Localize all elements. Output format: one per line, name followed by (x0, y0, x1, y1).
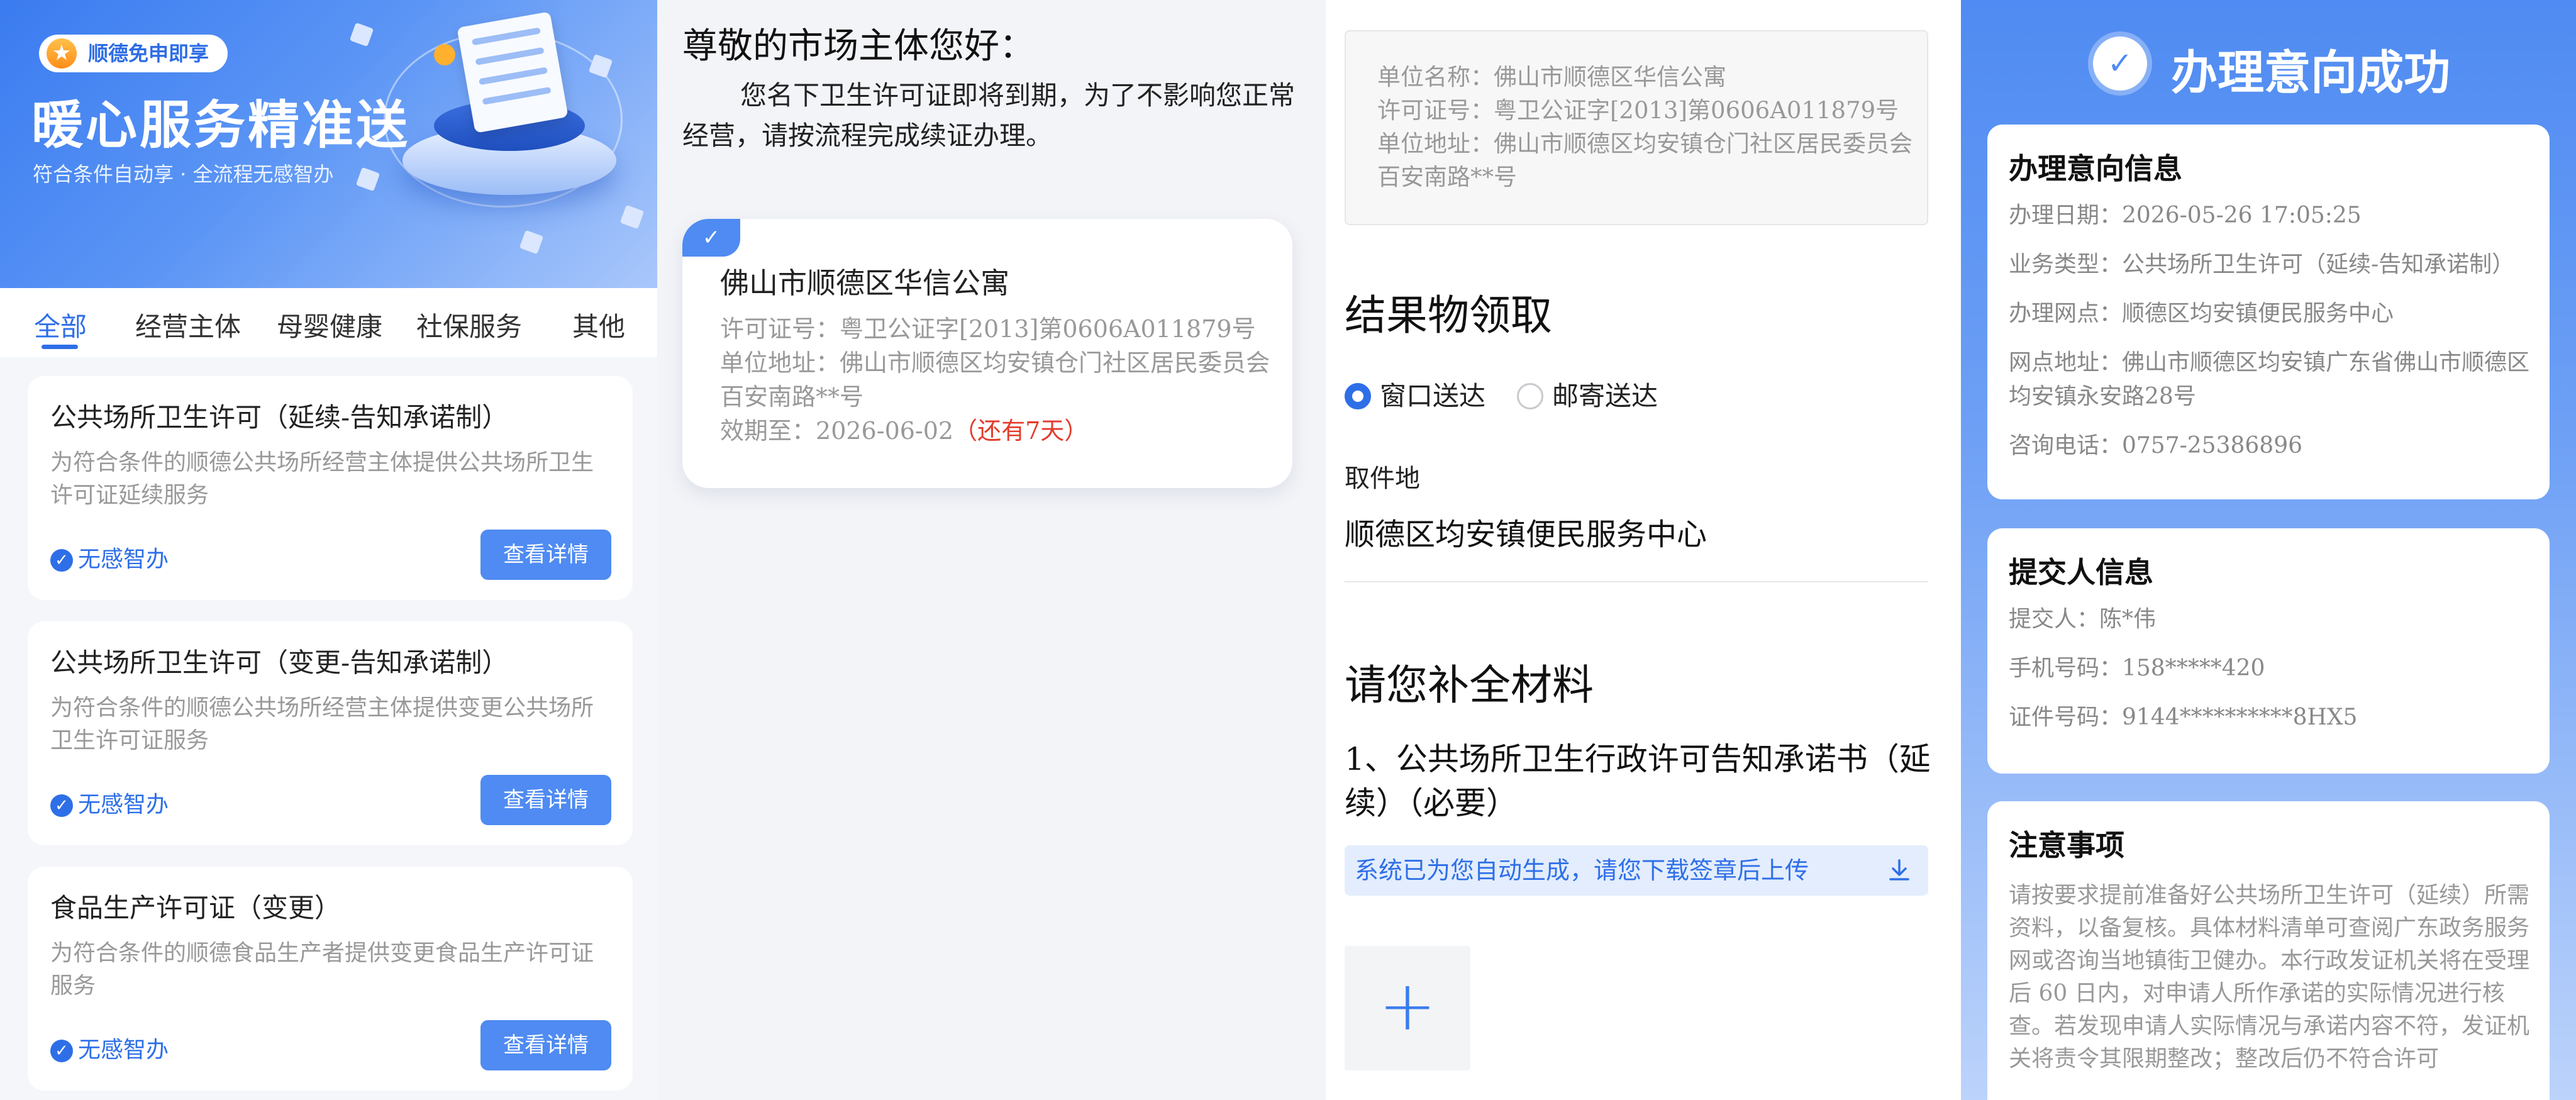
license-value: 粤卫公证字[2013]第0606A011879号 (840, 315, 1256, 343)
tab-social-security[interactable]: 社保服务 (416, 306, 522, 344)
submitter-id: 证件号码：9144**********8HX5 (2009, 704, 2358, 730)
smart-tag-label: 无感智办 (78, 792, 169, 818)
view-details-button[interactable]: 查看详情 (480, 775, 611, 825)
active-tab-indicator (42, 345, 78, 349)
view-details-button[interactable]: 查看详情 (480, 1020, 611, 1070)
submitter-name: 提交人：陈*伟 (2009, 606, 2157, 632)
service-title: 食品生产许可证（变更） (50, 892, 341, 923)
smart-tag: ✓ 无感智办 (50, 786, 169, 819)
success-check-icon: ✓ (2093, 36, 2147, 91)
service-card[interactable]: 食品生产许可证（变更） 为符合条件的顺德食品生产者提供变更食品生产许可证服务 ✓… (28, 867, 633, 1091)
success-title: 办理意向成功 (2171, 46, 2450, 100)
plus-icon: + (1378, 965, 1437, 1046)
upload-button[interactable]: + (1345, 946, 1470, 1070)
service-card[interactable]: 公共场所卫生许可（变更-告知承诺制） 为符合条件的顺德公共场所经营主体提供变更公… (28, 621, 633, 845)
radio-mail-delivery[interactable]: 邮寄送达 (1517, 375, 1658, 413)
info-address: 单位地址：佛山市顺德区均安镇仓门社区居民委员会百安南路**号 (1377, 130, 1913, 191)
intent-site-address: 网点地址：佛山市顺德区均安镇广东省佛山市顺德区均安镇永安路28号 (2009, 350, 2530, 409)
service-desc: 为符合条件的顺德公共场所经营主体提供公共场所卫生许可证延续服务 (50, 450, 594, 508)
intent-info-title: 办理意向信息 (2009, 152, 2182, 186)
promo-banner[interactable]: ★ 顺德免申即享 暖心服务精准送 符合条件自动享 · 全流程无感智办 (0, 0, 657, 288)
cube-decor (349, 22, 374, 47)
submitter-info-title: 提交人信息 (2009, 555, 2153, 589)
category-tabs: 全部 经营主体 母婴健康 社保服务 其他 (0, 288, 657, 357)
intent-site: 办理网点：顺德区均安镇便民服务中心 (2009, 301, 2394, 326)
star-icon: ★ (47, 38, 77, 69)
entity-address: 单位地址：佛山市顺德区均安镇仓门社区居民委员会百安南路**号 (720, 346, 1274, 414)
check-icon: ✓ (50, 794, 73, 817)
info-name: 单位名称：佛山市顺德区华信公寓 (1377, 64, 1726, 91)
service-card[interactable]: 公共场所卫生许可（延续-告知承诺制） 为符合条件的顺德公共场所经营主体提供公共场… (28, 376, 633, 600)
address-label: 单位地址： (720, 349, 840, 377)
intent-phone: 咨询电话：0757-25386896 (2009, 433, 2303, 458)
expiry-date: 2026-06-02 (816, 417, 954, 445)
radio-label: 邮寄送达 (1552, 381, 1658, 411)
materials-section-title: 请您补全材料 (1345, 661, 1594, 709)
info-license: 许可证号：粤卫公证字[2013]第0606A011879号 (1377, 97, 1899, 124)
entity-name: 佛山市顺德区华信公寓 (720, 266, 1009, 300)
selected-check-icon: ✓ (682, 219, 740, 257)
auto-tip-text: 系统已为您自动生成，请您下载签章后上传 (1355, 857, 1809, 884)
intent-type: 业务类型：公共场所卫生许可（延续-告知承诺制） (2009, 252, 2515, 277)
service-desc: 为符合条件的顺德食品生产者提供变更食品生产许可证服务 (50, 940, 594, 999)
expiry-label: 效期至： (720, 417, 816, 445)
renewal-notice: 您名下卫生许可证即将到期，为了不影响您正常经营，请按流程完成续证办理。 (682, 80, 1296, 151)
coin-decor (434, 44, 455, 65)
entity-expiry: 效期至：2026-06-02（还有7天） (720, 414, 1274, 448)
banner-badge-label: 顺德免申即享 (88, 42, 209, 65)
tab-business[interactable]: 经营主体 (135, 306, 241, 344)
material-item-title: 1、公共场所卫生行政许可告知承诺书（延续）（必要） (1345, 741, 1931, 821)
days-remaining: （还有7天） (953, 417, 1089, 445)
download-icon[interactable] (1887, 858, 1912, 883)
check-icon: ✓ (50, 1040, 73, 1062)
pickup-label: 取件地 (1345, 464, 1420, 493)
smart-tag: ✓ 无感智办 (50, 541, 169, 574)
service-title: 公共场所卫生许可（延续-告知承诺制） (50, 402, 509, 433)
check-icon: ✓ (50, 549, 73, 572)
auto-generated-tip[interactable]: 系统已为您自动生成，请您下载签章后上传 (1345, 845, 1928, 896)
banner-subtitle: 符合条件自动享 · 全流程无感智办 (33, 162, 334, 186)
service-list-screen: ★ 顺德免申即享 暖心服务精准送 符合条件自动享 · 全流程无感智办 全部 经营… (0, 0, 657, 1100)
entity-card[interactable]: ✓ 佛山市顺德区华信公寓 许可证号：粤卫公证字[2013]第0606A01187… (682, 219, 1292, 488)
license-label: 许可证号： (720, 315, 840, 343)
pickup-location: 顺德区均安镇便民服务中心 (1345, 517, 1707, 552)
intent-date: 办理日期：2026-05-26 17:05:25 (2009, 203, 2362, 228)
cube-decor (519, 230, 544, 255)
smart-tag-label: 无感智办 (78, 547, 169, 572)
view-details-button[interactable]: 查看详情 (480, 530, 611, 580)
divider (1345, 581, 1928, 582)
renewal-form-screen: 单位名称：佛山市顺德区华信公寓 许可证号：粤卫公证字[2013]第0606A01… (1326, 0, 1961, 1100)
tab-all[interactable]: 全部 (34, 306, 87, 344)
banner-badge: ★ 顺德免申即享 (39, 35, 228, 72)
notes-title: 注意事项 (2009, 828, 2124, 862)
greeting: 尊敬的市场主体您好： (682, 26, 1035, 67)
radio-window-delivery[interactable]: 窗口送达 (1345, 375, 1485, 413)
service-desc: 为符合条件的顺德公共场所经营主体提供变更公共场所卫生许可证服务 (50, 695, 594, 753)
intent-info-card: 办理意向信息 办理日期：2026-05-26 17:05:25 业务类型：公共场… (1987, 125, 2550, 499)
notes-card: 注意事项 请按要求提前准备好公共场所卫生许可（延续）所需资料，以备复核。具体材料… (1987, 801, 2550, 1100)
success-screen: ✓ 办理意向成功 办理意向信息 办理日期：2026-05-26 17:05:25… (1961, 0, 2576, 1100)
radio-unselected-icon (1517, 383, 1543, 409)
tab-other[interactable]: 其他 (572, 306, 625, 344)
service-title: 公共场所卫生许可（变更-告知承诺制） (50, 647, 509, 678)
submitter-info-card: 提交人信息 提交人：陈*伟 手机号码：158*****420 证件号码：9144… (1987, 528, 2550, 774)
smart-tag: ✓ 无感智办 (50, 1031, 169, 1064)
radio-label: 窗口送达 (1380, 381, 1486, 411)
cube-decor (355, 167, 380, 192)
entity-info-box: 单位名称：佛山市顺德区华信公寓 许可证号：粤卫公证字[2013]第0606A01… (1345, 30, 1928, 225)
tab-maternal-health[interactable]: 母婴健康 (277, 306, 382, 344)
renewal-notice-screen: 尊敬的市场主体您好： 您名下卫生许可证即将到期，为了不影响您正常经营，请按流程完… (657, 0, 1326, 1100)
submitter-phone: 手机号码：158*****420 (2009, 655, 2265, 681)
banner-title: 暖心服务精准送 (31, 95, 411, 155)
document-illustration (457, 11, 569, 133)
result-section-title: 结果物领取 (1345, 291, 1552, 340)
notes-text: 请按要求提前准备好公共场所卫生许可（延续）所需资料，以备复核。具体材料清单可查阅… (2009, 882, 2530, 1072)
smart-tag-label: 无感智办 (78, 1037, 169, 1063)
entity-license: 许可证号：粤卫公证字[2013]第0606A011879号 (720, 312, 1274, 346)
cube-decor (619, 204, 645, 230)
radio-selected-icon (1345, 383, 1371, 409)
